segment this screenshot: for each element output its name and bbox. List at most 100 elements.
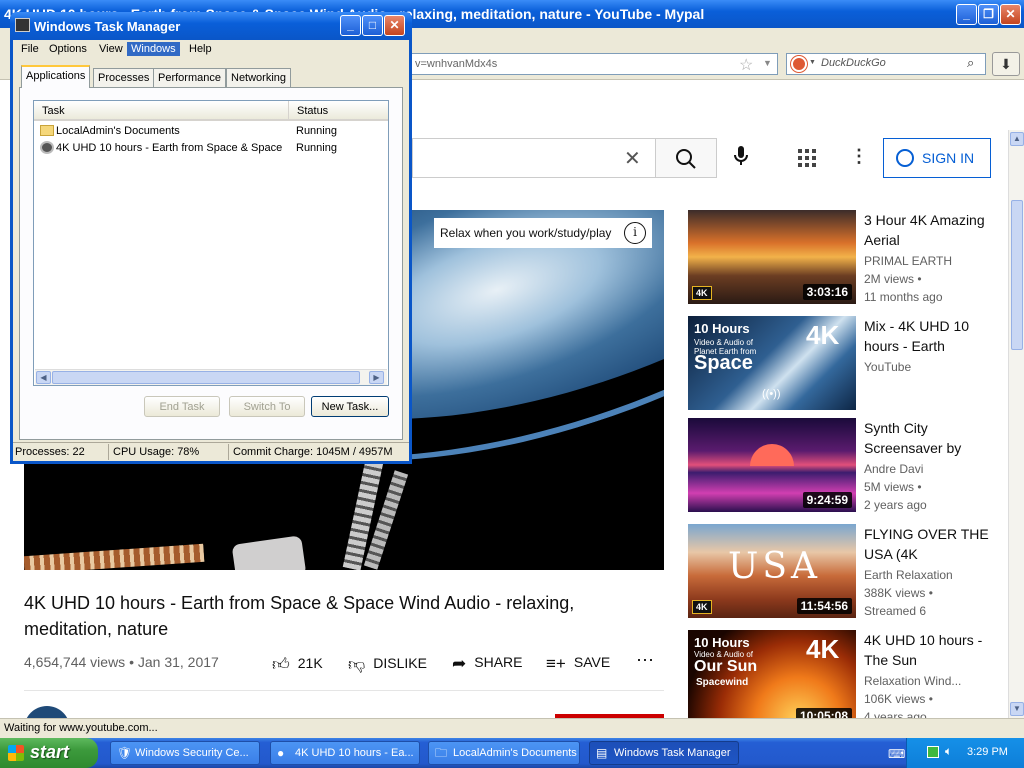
channel-name[interactable]: Andre Davi (864, 462, 923, 476)
like-button[interactable]: 👍︎ 21K (272, 654, 323, 675)
player-info-card[interactable]: Relax when you work/study/play i (434, 218, 652, 248)
volume-icon[interactable]: 🔈︎ (945, 744, 952, 759)
column-header-task[interactable]: Task (34, 101, 288, 121)
scroll-up-icon[interactable]: ▲ (1010, 132, 1024, 146)
search-engine-box[interactable]: ▼ DuckDuckGo ⌕ (786, 53, 986, 75)
more-actions-icon[interactable]: ⋯ (636, 650, 654, 671)
tab-networking[interactable]: Networking (226, 68, 292, 87)
start-button[interactable]: start (0, 738, 98, 768)
scroll-thumb[interactable] (1011, 200, 1023, 350)
recommendation-item[interactable]: 9:24:59 Synth City Screensaver by Andre … (688, 418, 1008, 514)
taskbar-item-task-manager[interactable]: ▤ Windows Task Manager (589, 741, 739, 765)
youtube-search-input[interactable] (412, 138, 656, 178)
sign-in-label: SIGN IN (922, 150, 975, 166)
task-row[interactable]: LocalAdmin's Documents Running (34, 123, 386, 139)
tab-processes[interactable]: Processes (93, 68, 155, 87)
clock[interactable]: 3:29 PM (967, 746, 1008, 758)
4k-badge: 4K (692, 600, 712, 614)
restore-button[interactable]: ❐ (978, 4, 999, 25)
scroll-down-icon[interactable]: ▼ (1010, 702, 1024, 716)
end-task-button[interactable]: End Task (144, 396, 220, 417)
youtube-search-button[interactable] (655, 138, 717, 178)
download-icon[interactable]: ⬇ (992, 52, 1020, 76)
recommendation-title[interactable]: Mix - 4K UHD 10 hours - Earth (864, 316, 1004, 356)
tab-applications[interactable]: Applications (21, 65, 91, 88)
url-dropdown-icon[interactable]: ▼ (763, 58, 772, 68)
tm-minimize-button[interactable]: _ (340, 15, 361, 36)
tm-menu-options[interactable]: Options (45, 42, 91, 56)
network-icon[interactable] (927, 746, 939, 758)
task-manager-title-bar[interactable]: Windows Task Manager _ □ ✕ (10, 12, 412, 40)
video-thumbnail[interactable]: 4K 3:03:16 (688, 210, 856, 304)
tm-close-button[interactable]: ✕ (384, 15, 405, 36)
recommendation-item[interactable]: USA 4K 11:54:56 FLYING OVER THE USA (4K … (688, 524, 1008, 620)
video-thumbnail[interactable]: 10 Hours Video & Audio of Our Sun Spacew… (688, 630, 856, 718)
bookmark-star-icon[interactable]: ☆ (739, 55, 753, 75)
info-icon[interactable]: i (624, 222, 646, 244)
video-thumbnail[interactable]: 9:24:59 (688, 418, 856, 512)
task-name: LocalAdmin's Documents (56, 125, 180, 137)
channel-name[interactable]: YouTube (864, 360, 911, 374)
channel-name[interactable]: PRIMAL EARTH (864, 254, 952, 268)
tm-menu-view[interactable]: View (95, 42, 127, 56)
switch-to-button[interactable]: Switch To (229, 396, 305, 417)
more-options-icon[interactable]: ⋮ (850, 146, 868, 167)
url-bar[interactable]: v=wnhvanMdx4s ☆ ▼ (408, 53, 778, 75)
scroll-left-icon[interactable]: ◀ (36, 371, 51, 384)
url-text: v=wnhvanMdx4s (415, 58, 498, 70)
share-button[interactable]: ➦ SHARE (452, 654, 522, 674)
sign-in-button[interactable]: SIGN IN (883, 138, 991, 178)
recommendation-item[interactable]: 10 Hours Video & Audio of Planet Earth f… (688, 316, 1008, 412)
shield-icon: 🛡︎ (117, 746, 133, 760)
engine-dropdown-icon[interactable]: ▼ (809, 59, 816, 66)
column-header-status[interactable]: Status (288, 101, 388, 121)
recommendation-title[interactable]: 3 Hour 4K Amazing Aerial (864, 210, 1004, 250)
channel-name[interactable]: Earth Relaxation (864, 568, 953, 582)
tm-menu-help[interactable]: Help (185, 42, 216, 56)
tm-menu-windows[interactable]: Windows (127, 42, 180, 56)
thumbnail-badge: 4K (806, 634, 840, 664)
recommendation-title[interactable]: FLYING OVER THE USA (4K (864, 524, 1004, 564)
folder-icon (40, 125, 54, 136)
task-row[interactable]: 4K UHD 10 hours - Earth from Space & Spa… (34, 140, 386, 156)
view-count: 388K views • (864, 586, 933, 600)
taskbar-item-documents[interactable]: 🗀 LocalAdmin's Documents (428, 741, 580, 765)
recommendation-title[interactable]: Synth City Screensaver by (864, 418, 1004, 458)
minimize-button[interactable]: _ (956, 4, 977, 25)
keyboard-icon[interactable]: ⌨ (888, 747, 905, 761)
commit-charge: Commit Charge: 1045M / 4957M (233, 446, 393, 458)
task-status: Running (296, 125, 337, 137)
search-icon[interactable]: ⌕ (967, 55, 974, 71)
recommendation-item[interactable]: 10 Hours Video & Audio of Our Sun Spacew… (688, 630, 1008, 718)
upload-age: 2 years ago (864, 498, 927, 512)
divider (24, 690, 664, 691)
tab-performance[interactable]: Performance (153, 68, 226, 87)
apps-grid-icon[interactable] (798, 149, 816, 172)
taskbar-item-browser[interactable]: ● 4K UHD 10 hours - Ea... (270, 741, 420, 765)
tm-menu-file[interactable]: File (17, 42, 43, 56)
clear-search-icon[interactable]: ✕ (624, 146, 641, 171)
start-label: start (30, 742, 70, 762)
windows-logo-icon (8, 745, 24, 761)
scroll-right-icon[interactable]: ▶ (369, 371, 384, 384)
page-scrollbar[interactable]: ▲ ▼ (1008, 130, 1024, 718)
task-list[interactable]: Task Status LocalAdmin's Documents Runni… (33, 100, 389, 386)
tm-maximize-button[interactable]: □ (362, 15, 383, 36)
recommendation-item[interactable]: 4K 3:03:16 3 Hour 4K Amazing Aerial PRIM… (688, 210, 1008, 306)
video-thumbnail[interactable]: USA 4K 11:54:56 (688, 524, 856, 618)
thumbnail-text: 10 Hours (694, 321, 750, 336)
task-list-hscrollbar[interactable]: ◀ ▶ (35, 369, 387, 385)
recommendation-title[interactable]: 4K UHD 10 hours - The Sun (864, 630, 1004, 670)
dislike-button[interactable]: 👎︎ DISLIKE (348, 654, 427, 675)
microphone-icon[interactable] (734, 146, 748, 171)
taskbar-item-security[interactable]: 🛡︎ Windows Security Ce... (110, 741, 260, 765)
thumbnail-text: 10 Hours (694, 635, 750, 650)
video-thumbnail[interactable]: 10 Hours Video & Audio of Planet Earth f… (688, 316, 856, 410)
upload-age: Streamed 6 (864, 604, 927, 618)
save-button[interactable]: ≡+ SAVE (546, 654, 610, 674)
close-button[interactable]: ✕ (1000, 4, 1021, 25)
view-count: 5M views • (864, 480, 922, 494)
new-task-button[interactable]: New Task... (311, 396, 389, 417)
channel-name[interactable]: Relaxation Wind... (864, 674, 961, 688)
hscroll-thumb[interactable] (52, 371, 360, 384)
